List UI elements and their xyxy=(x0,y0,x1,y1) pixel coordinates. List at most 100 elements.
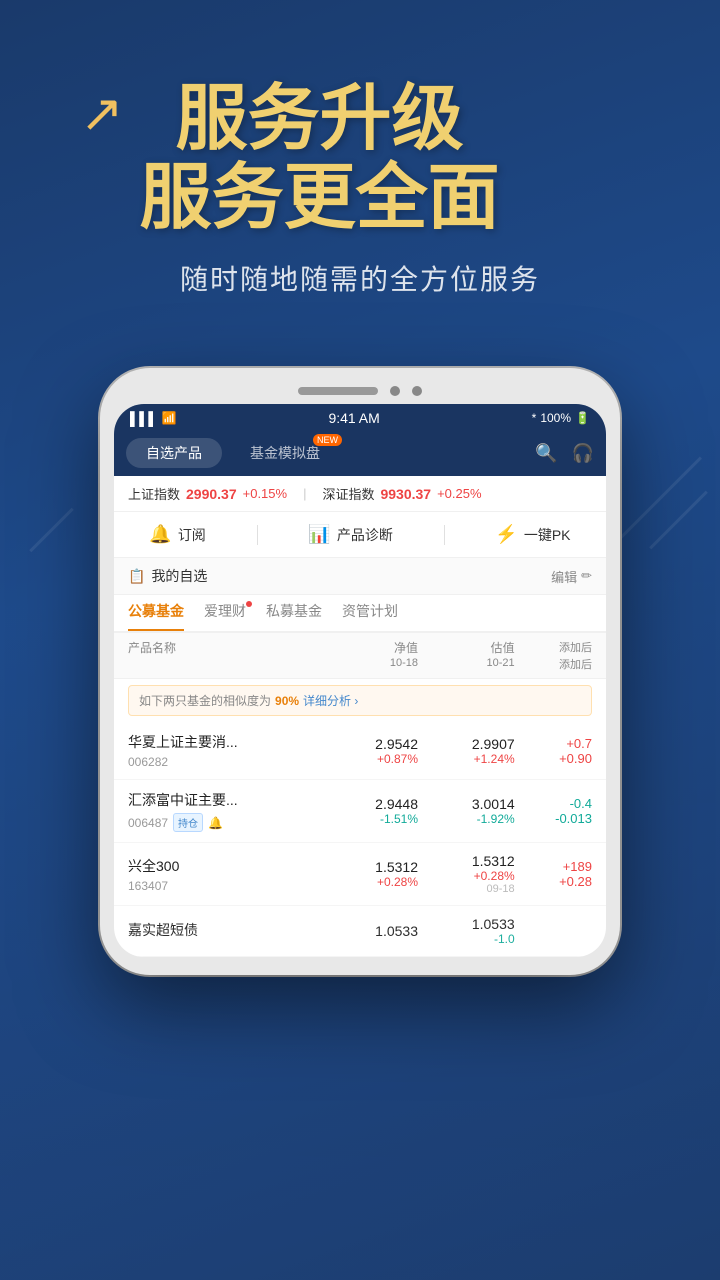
signal-icon: ▌▌▌ xyxy=(130,411,158,426)
cat-tab-asset[interactable]: 资管计划 xyxy=(342,601,398,631)
phone-screen: ▌▌▌ 📶 9:41 AM * 100% 🔋 自选产品 基金模拟盘 NEW xyxy=(114,404,606,957)
category-tabs: 公募基金 爱理财 私募基金 资管计划 xyxy=(114,595,606,633)
hero-title-line2: 服务更全面 xyxy=(140,159,500,238)
fund-3-nav-value: 1.5312 xyxy=(321,859,418,875)
fund-2-bell: 🔔 xyxy=(208,816,223,830)
fund-1-code: 006282 xyxy=(128,755,321,769)
status-right: * 100% 🔋 xyxy=(532,411,590,425)
chart-icon: 📊 xyxy=(308,524,330,545)
fund-1-change: +0.7 +0.90 xyxy=(515,736,592,766)
fund-2-add-change1: -0.4 xyxy=(515,796,592,811)
fund-3-change: +189 +0.28 xyxy=(515,859,592,889)
nav-tab-fund-sim[interactable]: 基金模拟盘 NEW xyxy=(230,438,340,468)
edit-icon: ✏ xyxy=(581,568,592,584)
battery-icon: 🔋 xyxy=(575,411,590,425)
sh-index: 上证指数 2990.37 +0.15% xyxy=(128,484,287,503)
fund-4-info: 嘉实超短债 xyxy=(128,920,321,943)
watchlist-title-text: 我的自选 xyxy=(151,566,207,586)
watchlist-header: 📋 我的自选 编辑 ✏ xyxy=(114,558,606,595)
similarity-link[interactable]: 详细分析 › xyxy=(303,692,358,709)
fund-2-name: 汇添富中证主要... xyxy=(128,790,321,810)
fund-3-est: 1.5312 +0.28% 09-18 xyxy=(418,853,515,895)
cat-tab-private[interactable]: 私募基金 xyxy=(266,601,322,631)
cat-tab-wealth[interactable]: 爱理财 xyxy=(204,601,246,631)
similarity-pct: 90% xyxy=(275,694,299,708)
fund-2-info: 汇添富中证主要... 006487 持仓 🔔 xyxy=(128,790,321,832)
wealth-dot xyxy=(246,601,252,607)
sz-index: 深证指数 9930.37 +0.25% xyxy=(322,484,481,503)
phone-mockup: ▌▌▌ 📶 9:41 AM * 100% 🔋 自选产品 基金模拟盘 NEW xyxy=(0,368,720,975)
action-divider-2 xyxy=(444,525,445,545)
fund-2-code: 006487 持仓 🔔 xyxy=(128,813,321,832)
diagnose-btn[interactable]: 📊 产品诊断 xyxy=(308,524,392,545)
fund-4-name: 嘉实超短债 xyxy=(128,920,321,940)
fund-2-nav-value: 2.9448 xyxy=(321,796,418,812)
fund-1-info: 华夏上证主要消... 006282 xyxy=(128,732,321,769)
headset-icon[interactable]: 🎧 xyxy=(572,443,594,464)
phone-camera2 xyxy=(412,386,422,396)
fund-3-name: 兴全300 xyxy=(128,856,321,876)
watchlist-edit[interactable]: 编辑 ✏ xyxy=(551,567,592,586)
fund-1-nav-value: 2.9542 xyxy=(321,736,418,752)
fund-4-est: 1.0533 -1.0 xyxy=(418,916,515,946)
status-left: ▌▌▌ 📶 xyxy=(130,411,177,426)
fund-row-1[interactable]: 华夏上证主要消... 006282 2.9542 +0.87% 2.9907 +… xyxy=(114,722,606,780)
col-nav-header: 净值 10-18 xyxy=(321,639,418,672)
nav-tab-watchlist[interactable]: 自选产品 xyxy=(126,438,222,468)
fund-2-change: -0.4 -0.013 xyxy=(515,796,592,826)
hero-title-line1: 服务升级 xyxy=(140,80,500,159)
fund-3-code: 163407 xyxy=(128,879,321,893)
pk-btn[interactable]: ⚡ 一键PK xyxy=(495,524,570,545)
fund-row-2[interactable]: 汇添富中证主要... 006487 持仓 🔔 2.9448 -1.51% 3.0… xyxy=(114,780,606,843)
sh-index-value: 2990.37 xyxy=(186,486,237,502)
fund-1-est: 2.9907 +1.24% xyxy=(418,736,515,766)
fund-1-est-change: +1.24% xyxy=(418,752,515,766)
fund-3-add-change2: +0.28 xyxy=(515,874,592,889)
sh-index-change: +0.15% xyxy=(243,486,287,501)
bell-icon: 🔔 xyxy=(149,524,171,545)
search-icon[interactable]: 🔍 xyxy=(535,443,557,464)
fund-3-nav-change: +0.28% xyxy=(321,875,418,889)
sz-index-change: +0.25% xyxy=(437,486,481,501)
bluetooth-icon: * xyxy=(532,411,537,425)
watchlist-icon: 📋 xyxy=(128,568,145,585)
fund-3-est-change: +0.28% xyxy=(418,869,515,883)
fund-2-add-change2: -0.013 xyxy=(515,811,592,826)
fund-row-4[interactable]: 嘉实超短债 1.0533 1.0533 -1.0 xyxy=(114,906,606,957)
sz-index-value: 9930.37 xyxy=(380,486,431,502)
col-add-header: 添加后 添加后 xyxy=(515,639,592,672)
fund-4-est-change: -1.0 xyxy=(418,932,515,946)
diagnose-label: 产品诊断 xyxy=(337,525,393,545)
phone-outer: ▌▌▌ 📶 9:41 AM * 100% 🔋 自选产品 基金模拟盘 NEW xyxy=(100,368,620,975)
sz-index-name: 深证指数 xyxy=(322,484,374,503)
new-badge: NEW xyxy=(313,434,342,446)
fund-row-3[interactable]: 兴全300 163407 1.5312 +0.28% 1.5312 +0.28%… xyxy=(114,843,606,906)
fund-3-info: 兴全300 163407 xyxy=(128,856,321,893)
status-time: 9:41 AM xyxy=(328,410,379,426)
pk-label: 一键PK xyxy=(524,525,571,545)
col-est-header: 估值 10-21 xyxy=(418,639,515,672)
col-name-header: 产品名称 xyxy=(128,639,321,672)
fund-1-nav-change: +0.87% xyxy=(321,752,418,766)
fund-1-add-change1: +0.7 xyxy=(515,736,592,751)
fund-3-add-change1: +189 xyxy=(515,859,592,874)
phone-top-bar xyxy=(114,386,606,396)
fund-1-est-value: 2.9907 xyxy=(418,736,515,752)
fund-3-nav: 1.5312 +0.28% xyxy=(321,859,418,889)
indices-bar: 上证指数 2990.37 +0.15% | 深证指数 9930.37 +0.25… xyxy=(114,476,606,512)
hero-section: ↗ 服务升级 服务更全面 随时随地随需的全方位服务 xyxy=(0,0,720,338)
nav-actions: 🔍 🎧 xyxy=(535,438,594,468)
status-bar: ▌▌▌ 📶 9:41 AM * 100% 🔋 xyxy=(114,404,606,432)
fund-3-est-value: 1.5312 xyxy=(418,853,515,869)
wifi-icon: 📶 xyxy=(162,411,177,425)
watchlist-title: 📋 我的自选 xyxy=(128,566,207,586)
cat-tab-public[interactable]: 公募基金 xyxy=(128,601,184,631)
similarity-notice: 如下两只基金的相似度为 90% 详细分析 › xyxy=(128,685,592,716)
subscribe-btn[interactable]: 🔔 订阅 xyxy=(149,524,205,545)
fund-2-est-change: -1.92% xyxy=(418,812,515,826)
fund-2-tag: 持仓 xyxy=(173,813,203,832)
sh-index-name: 上证指数 xyxy=(128,484,180,503)
phone-speaker xyxy=(298,387,378,395)
hero-subtitle: 随时随地随需的全方位服务 xyxy=(60,258,660,298)
fund-1-nav: 2.9542 +0.87% xyxy=(321,736,418,766)
